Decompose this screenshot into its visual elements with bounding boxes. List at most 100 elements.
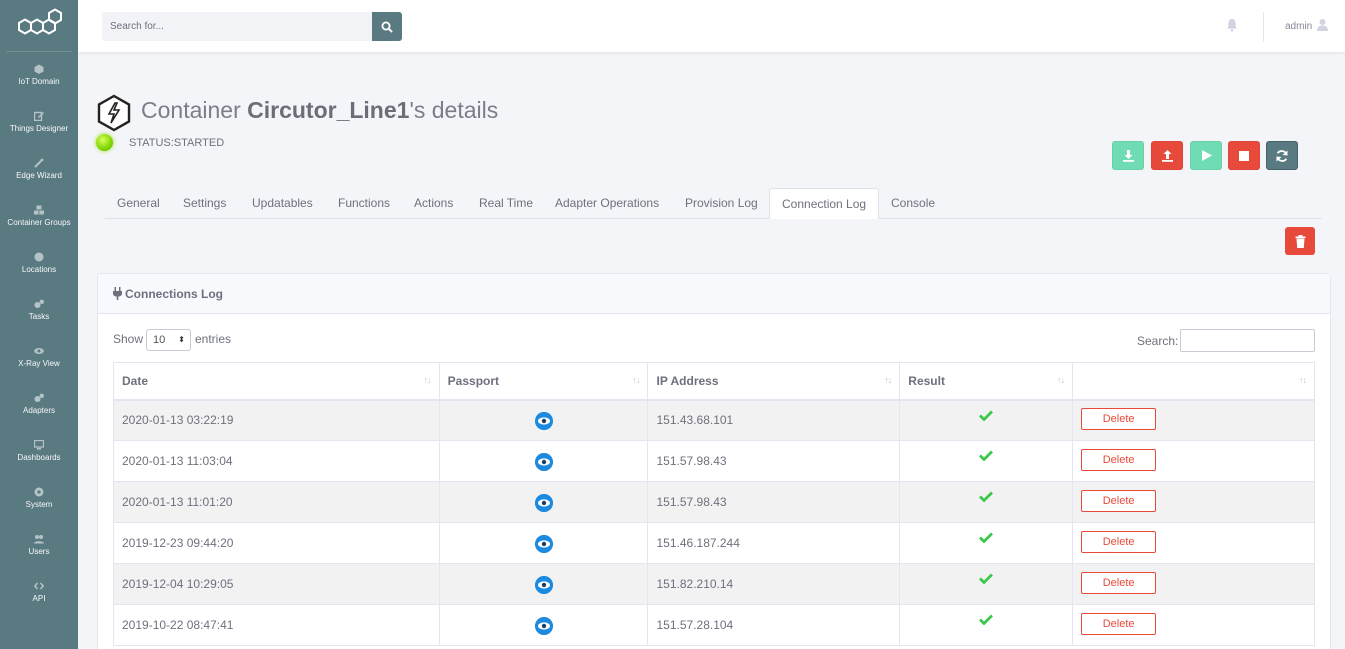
view-passport-icon[interactable] xyxy=(534,617,553,635)
refresh-button[interactable] xyxy=(1266,141,1298,170)
tab-actions[interactable]: Actions xyxy=(402,188,465,219)
column-header-result[interactable]: Result ↑↓ xyxy=(899,362,1074,401)
sidebar-item-label: Users xyxy=(28,547,50,556)
table-search-input[interactable] xyxy=(1180,329,1315,352)
card-header: Connections Log xyxy=(98,274,1330,314)
table-search-label: Search: xyxy=(1137,334,1179,348)
sort-icon: ↑↓ xyxy=(884,375,892,385)
date-cell: 2020-01-13 11:01:20 xyxy=(113,481,440,523)
tab-real-time[interactable]: Real Time xyxy=(467,188,545,219)
passport-cell xyxy=(438,440,649,482)
tab-connection-log[interactable]: Connection Log xyxy=(769,188,880,219)
container-icon xyxy=(97,94,131,132)
topbar: admin xyxy=(78,0,1345,52)
tab-functions[interactable]: Functions xyxy=(326,188,402,219)
detail-tabs: General Settings Updatables Functions Action… xyxy=(105,188,1322,219)
trash-icon xyxy=(1295,234,1305,248)
delete-button[interactable]: Delete xyxy=(1081,572,1157,594)
sidebar-item-system[interactable]: System xyxy=(0,475,78,522)
success-check-icon xyxy=(979,410,994,421)
sidebar-item-container-groups[interactable]: Container Groups xyxy=(0,193,78,240)
view-passport-icon[interactable] xyxy=(534,494,553,512)
passport-cell xyxy=(438,399,649,441)
delete-button[interactable]: Delete xyxy=(1081,449,1157,471)
sort-icon: ↑↓ xyxy=(632,375,640,385)
actions-cell: Delete xyxy=(1072,604,1315,646)
sidebar-item-iot-domain[interactable]: IoT Domain xyxy=(0,52,78,99)
upload-button[interactable] xyxy=(1151,141,1183,170)
column-header-date[interactable]: Date ↑↓ xyxy=(113,362,440,401)
tab-provision-log[interactable]: Provision Log xyxy=(673,188,770,219)
sidebar-item-label: Adapters xyxy=(22,406,56,415)
page-size-select[interactable]: 10 ⬍ xyxy=(146,329,191,351)
tab-adapter-operations[interactable]: Adapter Operations xyxy=(543,188,671,219)
user-icon[interactable] xyxy=(1316,18,1329,31)
sidebar-item-adapters[interactable]: Adapters xyxy=(0,381,78,428)
stop-button[interactable] xyxy=(1228,141,1260,170)
sidebar-item-locations[interactable]: Locations xyxy=(0,240,78,287)
tab-settings[interactable]: Settings xyxy=(171,188,238,219)
sort-icon: ↑↓ xyxy=(423,375,432,385)
result-cell xyxy=(899,481,1074,523)
ip-cell: 151.82.210.14 xyxy=(647,563,901,605)
global-search-input[interactable] xyxy=(102,12,373,41)
app-logo[interactable] xyxy=(6,0,72,52)
view-passport-icon[interactable] xyxy=(534,576,553,594)
column-header-passport[interactable]: Passport ↑↓ xyxy=(438,362,649,401)
passport-cell xyxy=(438,481,649,523)
connections-log-card: Connections Log Show 10 ⬍ entries Search… xyxy=(97,273,1331,649)
date-cell: 2020-01-13 03:22:19 xyxy=(113,399,440,441)
date-cell: 2019-12-23 09:44:20 xyxy=(113,522,440,564)
table-row: 2019-12-23 09:44:20 151.46.187.244 Delete xyxy=(113,522,1315,564)
date-cell: 2019-10-22 08:47:41 xyxy=(113,604,440,646)
result-cell xyxy=(899,522,1074,564)
column-header-actions[interactable]: ↑↓ xyxy=(1072,362,1315,401)
download-button[interactable] xyxy=(1112,141,1144,170)
delete-button[interactable]: Delete xyxy=(1081,408,1157,431)
delete-all-button[interactable] xyxy=(1285,227,1315,255)
sidebar-item-x-ray-view[interactable]: X-Ray View xyxy=(0,334,78,381)
user-name[interactable]: admin xyxy=(1285,21,1312,32)
select-arrow-icon: ⬍ xyxy=(178,335,185,344)
topbar-divider xyxy=(1263,12,1264,42)
search-button[interactable] xyxy=(372,12,402,41)
passport-cell xyxy=(438,522,649,564)
view-passport-icon[interactable] xyxy=(534,412,553,431)
table-row: 2019-12-04 10:29:05 151.82.210.14 Delete xyxy=(113,563,1315,605)
view-passport-icon[interactable] xyxy=(534,535,553,553)
sidebar-item-edge-wizard[interactable]: Edge Wizard xyxy=(0,146,78,193)
cube-icon xyxy=(34,64,44,74)
tab-general[interactable]: General xyxy=(105,188,172,219)
view-passport-icon[interactable] xyxy=(534,453,553,471)
actions-cell: Delete xyxy=(1072,522,1315,564)
sidebar-item-tasks[interactable]: Tasks xyxy=(0,287,78,334)
cubes-icon xyxy=(34,205,44,215)
sidebar-item-things-designer[interactable]: Things Designer xyxy=(0,99,78,146)
cogs-icon xyxy=(34,393,44,402)
success-check-icon xyxy=(979,491,994,503)
result-cell xyxy=(899,440,1074,482)
upload-icon xyxy=(1161,150,1173,162)
sidebar-item-dashboards[interactable]: Dashboards xyxy=(0,428,78,475)
delete-button[interactable]: Delete xyxy=(1081,613,1157,635)
sidebar-item-label: Dashboards xyxy=(17,453,61,462)
sidebar-item-users[interactable]: Users xyxy=(0,522,78,569)
success-check-icon xyxy=(979,573,994,585)
start-button[interactable] xyxy=(1190,141,1222,170)
cogs-icon xyxy=(34,299,44,308)
tab-updatables[interactable]: Updatables xyxy=(240,188,325,219)
delete-button[interactable]: Delete xyxy=(1081,490,1157,512)
success-check-icon xyxy=(979,450,994,462)
column-header-ip-address[interactable]: IP Address ↑↓ xyxy=(647,362,901,401)
tab-console[interactable]: Console xyxy=(879,188,947,219)
delete-button[interactable]: Delete xyxy=(1081,531,1157,553)
sidebar-item-api[interactable]: API xyxy=(0,569,78,616)
users-icon xyxy=(34,535,44,544)
plug-icon xyxy=(113,287,122,300)
sidebar-item-label: Edge Wizard xyxy=(16,171,62,180)
actions-cell: Delete xyxy=(1072,399,1315,441)
sidebar: IoT Domain Things Designer Edge Wizard Cont… xyxy=(0,0,78,649)
card-title: Connections Log xyxy=(125,286,223,301)
connections-table: Date ↑↓ Passport ↑↓ IP Address ↑↓ Result ↑↓ ↑↓ 2… xyxy=(113,362,1315,646)
bell-icon[interactable] xyxy=(1226,18,1238,32)
